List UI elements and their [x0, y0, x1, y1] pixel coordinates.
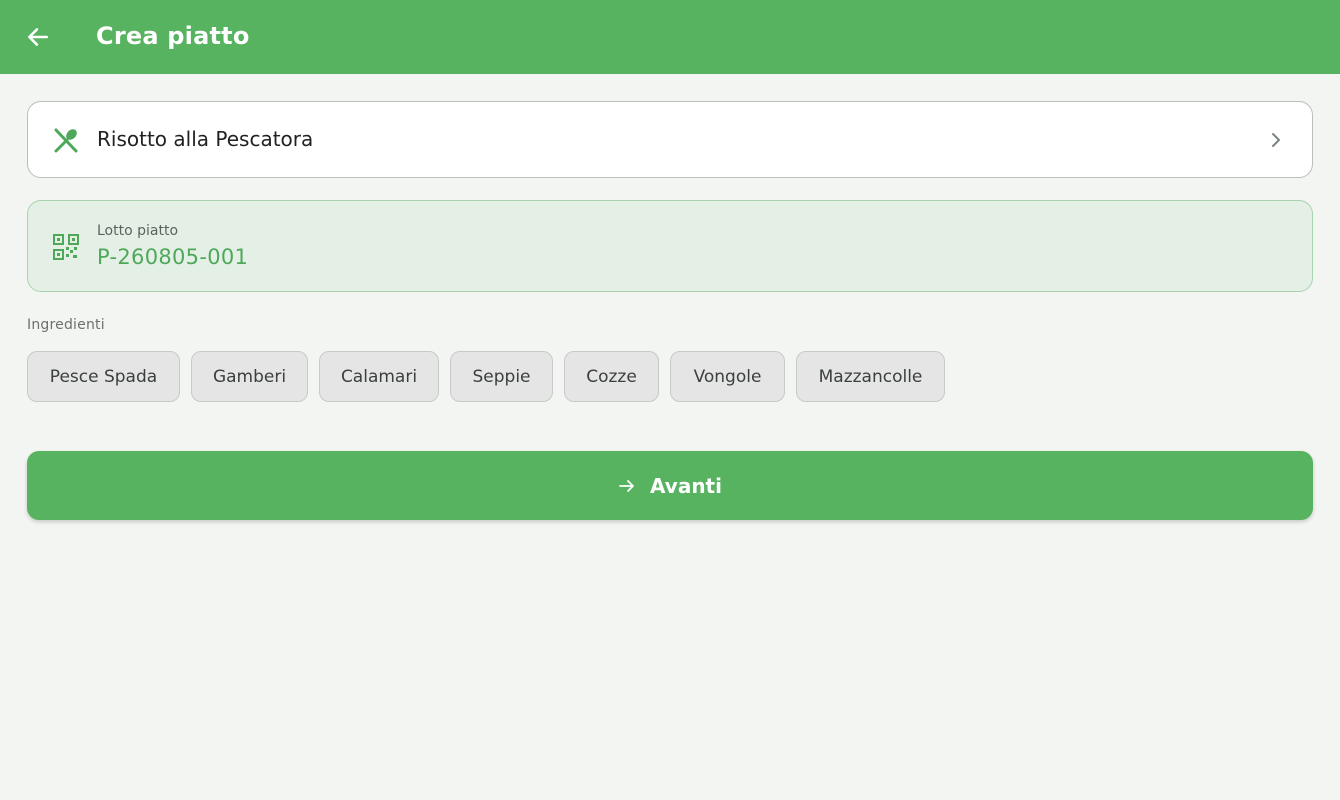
ingredient-chip[interactable]: Mazzancolle — [796, 351, 945, 402]
arrow-right-icon — [619, 479, 634, 492]
app-bar: Crea piatto — [0, 0, 1340, 74]
ingredient-chip[interactable]: Vongole — [670, 351, 785, 402]
ingredient-chip[interactable]: Pesce Spada — [27, 351, 180, 402]
qr-code-icon — [53, 234, 79, 260]
utensils-icon — [54, 128, 78, 153]
arrow-left-icon — [28, 28, 48, 46]
ingredient-chip[interactable]: Gamberi — [191, 351, 308, 402]
dish-name: Risotto alla Pescatora — [97, 127, 314, 151]
ingredient-chip[interactable]: Cozze — [564, 351, 659, 402]
page-title: Crea piatto — [96, 22, 250, 50]
ingredient-chip[interactable]: Calamari — [319, 351, 439, 402]
lot-label: Lotto piatto — [97, 223, 179, 239]
next-button-label: Avanti — [650, 473, 722, 498]
next-button[interactable]: Avanti — [27, 451, 1313, 520]
ingredients-label: Ingredienti — [27, 317, 105, 333]
chevron-right-icon — [1272, 133, 1280, 147]
dish-selector[interactable]: Risotto alla Pescatora — [27, 101, 1313, 178]
ingredient-chip[interactable]: Seppie — [450, 351, 553, 402]
back-button[interactable] — [22, 21, 54, 53]
lot-value: P-260805-001 — [97, 245, 249, 269]
lot-field: Lotto piatto P-260805-001 — [27, 200, 1313, 292]
